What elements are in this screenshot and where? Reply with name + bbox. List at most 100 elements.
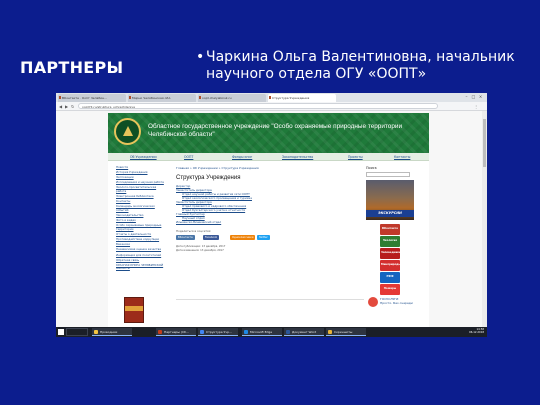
page-meta: Дата публикации: 13 декабря, 2017 Дата и… <box>176 245 364 252</box>
partner-badge[interactable]: Экология <box>380 236 400 247</box>
tab-favicon-icon <box>269 96 271 99</box>
taskbar-app-icon <box>158 330 162 334</box>
page-scrollbar[interactable] <box>482 111 487 327</box>
taskbar-item-label: Скриншоты <box>334 330 353 334</box>
share-button[interactable]: Одноклассники <box>230 235 256 240</box>
browser-tab-label: ВКонтакте · Оопт Челябин… <box>62 96 108 100</box>
meta-updated: Дата изменения: 13 декабря, 2017 <box>176 248 224 252</box>
address-bar[interactable]: oopt74.ru/struktura_uchrezhdeniya <box>78 103 438 109</box>
taskbar-item[interactable]: Партнеры (Сб… <box>156 328 196 336</box>
gosuslugi-banner[interactable]: ГОСУСЛУГИ Просто. Без очереди <box>368 296 414 310</box>
presentation-slide: ПАРТНЕРЫ • Чаркина Ольга Валентиновна, н… <box>0 0 540 405</box>
partner-badge-label: РФФ <box>386 275 394 278</box>
site-emblem-icon[interactable] <box>114 118 141 145</box>
site-menu-item[interactable]: Законодательство <box>282 155 313 159</box>
site-menu-item[interactable]: Об Учреждении <box>130 155 157 159</box>
red-book-icon[interactable] <box>124 297 144 323</box>
slide-bullet: • Чаркина Ольга Валентиновна, начальник … <box>196 49 531 83</box>
partner-badge[interactable]: ВКонтакте <box>380 224 400 235</box>
browser-tab-label: Мирно Челябинская обл. <box>132 96 172 100</box>
taskbar-item[interactable]: Структура Учр… <box>198 328 238 336</box>
sidebar-link[interactable]: Эколого-просветительская работа <box>116 185 164 193</box>
partner-badge-label: ВКонтакте <box>382 227 398 230</box>
close-icon[interactable]: × <box>478 94 483 99</box>
taskbar-item-label: Документ Word <box>292 330 317 334</box>
taskbar-clock[interactable]: 14:58 06.12.2018 <box>462 328 484 335</box>
minimize-icon[interactable]: – <box>464 94 469 99</box>
menu-icon[interactable]: ⋮ <box>474 104 478 109</box>
site-menu: Об Учреждении ООПТ Фонды книг Законодательс… <box>108 153 429 161</box>
taskbar-item-label: Проводник <box>100 330 118 334</box>
browser-navbar: ◀ ▶ ↻ oopt74.ru/struktura_uchrezhdeniya … <box>56 102 487 111</box>
back-icon[interactable]: ◀ <box>59 104 62 109</box>
search-input[interactable] <box>366 172 410 177</box>
browser-tab-label: oopt.chelyabinsk.ru <box>202 96 232 100</box>
taskbar-item[interactable]: Скриншоты <box>326 328 366 336</box>
taskbar-item[interactable]: Проводник <box>92 328 132 336</box>
bullet-dot-icon: • <box>196 49 205 65</box>
gosuslugi-text: ГОСУСЛУГИ Просто. Без очереди <box>380 297 413 305</box>
embedded-screenshot: ВКонтакте · Оопт Челябин… Мирно Челябинск… <box>56 93 487 337</box>
structure-link[interactable]: Ильменско-Вишневский отдел <box>176 220 364 224</box>
browser-tab-label: Структура Учреждения <box>272 96 310 100</box>
taskbar-item[interactable]: Документ Word <box>284 328 324 336</box>
partner-badge-label: Пожары <box>383 287 397 290</box>
partner-badge-label: Минприроды <box>381 263 401 266</box>
site-container: Областное государственное учреждение "Ос… <box>108 113 429 327</box>
partner-badge[interactable]: Заповедники <box>380 248 401 259</box>
sidebar-link[interactable]: Информация для посетителей <box>116 253 164 258</box>
partner-badge[interactable]: РФФ <box>380 272 400 283</box>
sidebar-link[interactable]: Независимая оценка качества <box>116 248 164 252</box>
start-button-icon[interactable] <box>58 329 64 335</box>
gosuslugi-subtitle: Просто. Без очереди <box>380 300 413 305</box>
browser-tab[interactable]: Мирно Челябинская обл. <box>128 94 196 102</box>
partner-badge[interactable]: Минприроды <box>380 260 401 271</box>
browser-tab[interactable]: oopt.chelyabinsk.ru <box>198 94 266 102</box>
os-taskbar: 14:58 06.12.2018 Проводник Партнеры (Сб… С… <box>56 327 487 337</box>
site-menu-item[interactable]: Контакты <box>394 155 410 159</box>
breadcrumb[interactable]: Главная » Об Учреждении » Структура Учре… <box>176 166 364 170</box>
site-banner: Областное государственное учреждение "Ос… <box>108 113 429 153</box>
share-label: Поделиться в соцсетях: <box>176 229 212 233</box>
share-button[interactable]: Facebook <box>203 235 220 240</box>
partner-badge[interactable]: Пожары <box>380 284 400 295</box>
taskbar-app-icon <box>328 330 332 334</box>
clock-date: 06.12.2018 <box>469 331 484 335</box>
browser-tab[interactable]: Структура Учреждения <box>268 94 336 102</box>
share-button[interactable]: Twitter <box>257 235 270 240</box>
browser-tab[interactable]: ВКонтакте · Оопт Челябин… <box>58 94 126 102</box>
sidebar-link[interactable]: Обратная связь <box>116 258 164 263</box>
site-menu-item[interactable]: Фонды книг <box>232 155 252 159</box>
excursions-label: ЭКСКУРСИИ <box>366 210 414 217</box>
taskbar-item[interactable]: Microsoft Edge <box>242 328 282 336</box>
site-menu-item[interactable]: ООПТ <box>184 155 193 159</box>
scroll-thumb[interactable] <box>483 119 486 167</box>
taskbar-app-icon <box>286 330 290 334</box>
forward-icon[interactable]: ▶ <box>65 104 68 109</box>
main-content: Главная » Об Учреждении » Структура Учре… <box>176 166 364 252</box>
slide-title: ПАРТНЕРЫ <box>20 58 124 77</box>
search-heading: Поиск <box>366 166 377 170</box>
excursions-banner[interactable]: ЭКСКУРСИИ <box>366 180 414 220</box>
partner-badge-label: Заповедники <box>381 251 401 254</box>
sidebar-link[interactable]: Особо охраняемые природные территории <box>116 223 164 231</box>
tab-favicon-icon <box>59 96 61 99</box>
taskbar-item-label: Структура Учр… <box>206 330 233 334</box>
sidebar-link[interactable]: КРАСНАЯ КНИГА ЧЕЛЯБИНСКОЙ ОБЛАСТИ <box>116 263 164 271</box>
reload-icon[interactable]: ↻ <box>71 104 74 109</box>
site-menu-item[interactable]: Проекты <box>348 155 363 159</box>
share-buttons: ВКонтакте Facebook Одноклассники Twitter <box>176 235 364 241</box>
site-banner-title: Областное государственное учреждение "Ос… <box>148 123 403 138</box>
right-column: Поиск ЭКСКУРСИИ ГОСУСЛУГИ Просто. Без оч… <box>366 166 424 310</box>
browser-tabbar: ВКонтакте · Оопт Челябин… Мирно Челябинск… <box>56 93 487 102</box>
taskbar-item-label: Партнеры (Сб… <box>164 330 189 334</box>
sidebar-link[interactable]: Календарь экологических событий <box>116 204 164 212</box>
maximize-icon[interactable]: □ <box>471 94 476 99</box>
content-divider <box>176 299 364 300</box>
share-button[interactable]: ВКонтакте <box>176 235 195 240</box>
slide-bullet-text: Чаркина Ольга Валентиновна, начальник на… <box>206 49 515 82</box>
page-title: Структура Учреждения <box>176 175 241 181</box>
taskbar-search[interactable] <box>66 328 88 336</box>
taskbar-app-icon <box>200 330 204 334</box>
taskbar-item-label: Microsoft Edge <box>250 330 273 334</box>
